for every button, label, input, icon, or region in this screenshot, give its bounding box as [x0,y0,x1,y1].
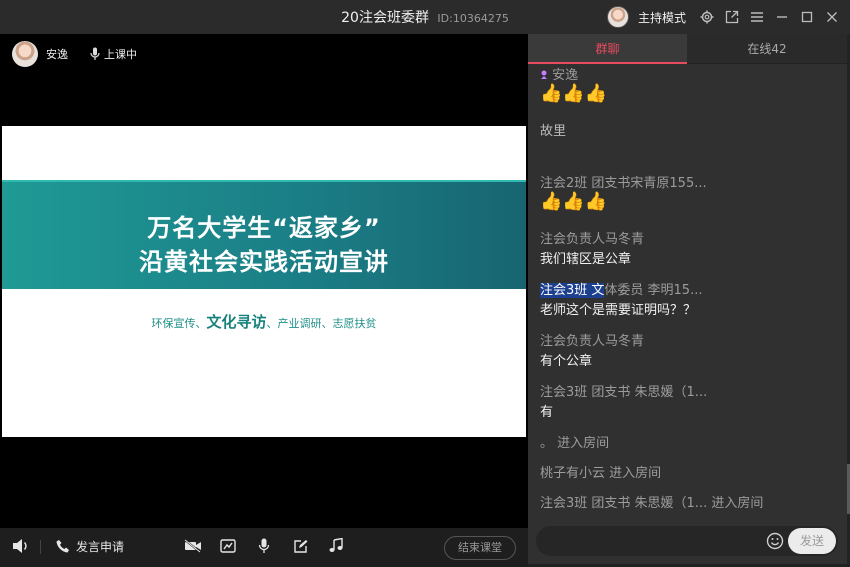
join-event: 。 进入房间 [540,436,610,451]
chat-sender: 故里 [540,124,567,139]
popout-icon[interactable] [724,9,740,25]
speak-request-label: 发言申请 [76,539,125,554]
slide-title-line1: 万名大学生“返家乡” [147,214,381,242]
chat-sender: 注会3班 文体委员 李明15... [540,279,702,298]
chat-panel: 群聊 在线42 安逸 👍👍👍 故里 注会2班 团支书宋青原155... 👍👍👍 … [528,34,847,564]
host-avatar[interactable] [606,6,629,28]
edit-icon[interactable] [293,537,308,555]
video-area: 安逸 上课中 万名大学生“返家乡” 沿黄社会实践活动宣讲 环保宣传、文化寻访、产… [0,34,528,528]
chat-message-text: 有 [540,405,554,420]
class-status-label: 上课中 [104,48,137,61]
chat-sender: 注会3班 团支书 朱思媛（1... [540,385,708,400]
end-class-button[interactable]: 结束课堂 [444,536,516,560]
maximize-icon[interactable] [799,9,815,25]
group-name: 20注会班委群 [341,10,429,26]
camera-off-icon[interactable] [184,537,202,555]
bottom-toolbar: 发言申请 结束课堂 [0,528,528,564]
chat-message-text: 老师这个是需要证明吗？？ [540,303,697,318]
presenter-info: 安逸 上课中 [12,41,137,67]
tab-group-chat[interactable]: 群聊 [528,34,687,64]
chat-sender: 注会负责人马冬青 [540,334,645,349]
chat-message-text: 👍👍👍 [540,83,608,104]
class-status: 上课中 [90,46,137,62]
minimize-icon[interactable] [774,9,790,25]
chat-sender-name: 安逸 [552,68,579,83]
group-id: ID:10364275 [437,12,509,25]
slide-subtitle-part2: 、产业调研、志愿扶贫 [266,317,377,330]
chat-message-text: 有个公章 [540,354,593,369]
join-event: 注会3班 团支书 朱思媛（1... 进入房间 [540,496,764,511]
menu-icon[interactable] [749,9,765,25]
chat-sender: 注会负责人马冬青 [540,232,645,247]
chat-sender: 安逸 [540,64,578,83]
speak-request-button[interactable]: 发言申请 [56,537,124,555]
slide-title-line2: 沿黄社会实践活动宣讲 [139,248,389,276]
speaker-icon[interactable] [12,537,30,555]
toolbar-divider [40,540,41,554]
send-button[interactable]: 发送 [788,528,836,554]
presentation-slide: 万名大学生“返家乡” 沿黄社会实践活动宣讲 环保宣传、文化寻访、产业调研、志愿扶… [2,126,526,437]
chat-sender: 注会2班 团支书宋青原155... [540,176,707,191]
slide-subtitle-emphasis: 文化寻访 [206,313,267,331]
settings-icon[interactable] [699,9,715,25]
emoji-icon[interactable] [766,532,784,550]
selected-text: 注会3班 文 [540,283,605,298]
join-event: 桃子有小云 进入房间 [540,466,662,481]
tab-online[interactable]: 在线42 [687,34,847,64]
chat-sender-rest: 体委员 李明15... [604,283,703,298]
presenter-avatar [12,41,38,67]
slide-subtitle-part1: 环保宣传、 [151,317,207,330]
music-icon[interactable] [328,537,344,555]
chat-message-text: 👍👍👍 [540,191,608,212]
title-bar: 20注会班委群 ID:10364275 主持模式 [0,0,850,34]
microphone-icon[interactable] [258,537,270,555]
phone-icon [56,540,69,553]
presenter-name: 安逸 [46,48,68,61]
chat-message-text: 我们辖区是公章 [540,252,632,267]
host-mode-label[interactable]: 主持模式 [638,9,686,26]
close-icon[interactable] [824,9,840,25]
screen-share-icon[interactable] [220,537,236,555]
chat-tabs: 群聊 在线42 [528,34,847,64]
host-badge-icon [541,70,547,79]
slide-subtitle: 环保宣传、文化寻访、产业调研、志愿扶贫 [2,311,526,332]
mic-icon [90,47,100,60]
